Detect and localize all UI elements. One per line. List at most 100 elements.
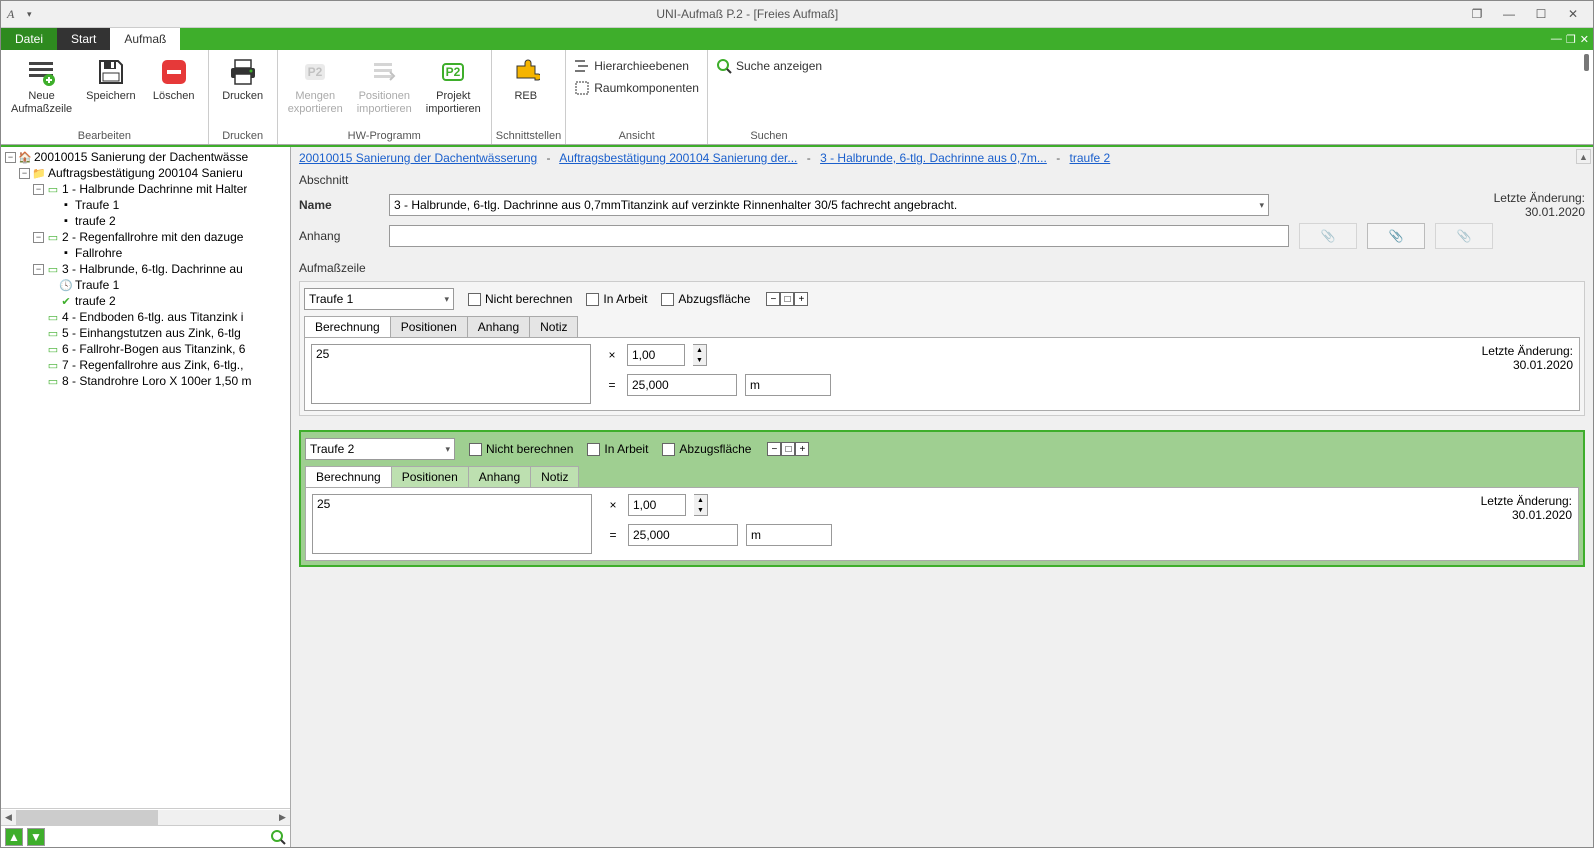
nicht-berechnen-checkbox[interactable]: Nicht berechnen (469, 442, 573, 456)
tree-leaf[interactable]: ▪ Fallrohre (3, 245, 288, 261)
abschnitt-section: Abschnitt Name 3 - Halbrunde, 6-tlg. Dac… (291, 169, 1593, 257)
hierarchieebenen-button[interactable]: Hierarchieebenen (570, 56, 693, 76)
ribbon-collapse-handle[interactable] (1584, 54, 1589, 71)
window-icon[interactable]: □ (781, 442, 795, 456)
collapse-icon[interactable]: − (19, 168, 30, 179)
tree-horizontal-scrollbar[interactable]: ◀ ▶ (1, 808, 290, 825)
projekt-importieren-button[interactable]: P2 Projekt importieren (420, 52, 487, 120)
window-icon[interactable]: □ (780, 292, 794, 306)
tree-leaf[interactable]: 🕓 Traufe 1 (3, 277, 288, 293)
einheit-input[interactable] (746, 524, 832, 546)
faktor-spinner[interactable]: ▲▼ (693, 344, 707, 366)
tab-notiz[interactable]: Notiz (530, 466, 579, 487)
reb-button[interactable]: REB (496, 52, 556, 107)
breadcrumb-link[interactable]: Auftragsbestätigung 200104 Sanierung der… (559, 151, 797, 165)
tree-item[interactable]: ▭ 5 - Einhangstutzen aus Zink, 6-tlg (3, 325, 288, 341)
in-arbeit-checkbox[interactable]: In Arbeit (587, 442, 648, 456)
mdi-close-icon[interactable]: ✕ (1580, 33, 1589, 46)
restore-down-icon[interactable]: ❐ (1463, 4, 1491, 24)
anhang-input[interactable] (389, 225, 1289, 247)
chevron-down-icon: ▾ (1259, 200, 1264, 211)
tree-item[interactable]: ▭ 6 - Fallrohr-Bogen aus Titanzink, 6 (3, 341, 288, 357)
tree-item[interactable]: − ▭ 1 - Halbrunde Dachrinne mit Halter (3, 181, 288, 197)
move-down-button[interactable]: ▼ (27, 828, 45, 846)
tree-item[interactable]: ▭ 8 - Standrohre Loro X 100er 1,50 m (3, 373, 288, 389)
tree-auftrag[interactable]: − 📁 Auftragsbestätigung 200104 Sanieru (3, 165, 288, 181)
tab-notiz[interactable]: Notiz (529, 316, 578, 337)
mengen-exportieren-button[interactable]: P2 Mengen exportieren (282, 52, 349, 120)
last-change: Letzte Änderung: 30.01.2020 (1494, 191, 1585, 219)
drucken-button[interactable]: Drucken (213, 52, 273, 107)
section-icon: ▭ (46, 311, 60, 324)
paperclip-icon: 📎 (1389, 229, 1404, 243)
collapse-icon[interactable]: − (33, 184, 44, 195)
titlebar: A ▾ UNI-Aufmaß P.2 - [Freies Aufmaß] ❐ —… (1, 1, 1593, 28)
name-combo[interactable]: 3 - Halbrunde, 6-tlg. Dachrinne aus 0,7m… (389, 194, 1269, 216)
neue-aufmasszeile-button[interactable]: Neue Aufmaßzeile (5, 52, 78, 120)
faktor-input[interactable] (628, 494, 686, 516)
app-icon: A (7, 7, 21, 21)
tab-positionen[interactable]: Positionen (390, 316, 468, 337)
move-up-button[interactable]: ▲ (5, 828, 23, 846)
faktor-spinner[interactable]: ▲▼ (694, 494, 708, 516)
import-positions-icon (368, 56, 400, 88)
einheit-input[interactable] (745, 374, 831, 396)
tree-view[interactable]: − 🏠 20010015 Sanierung der Dachentwässe … (1, 147, 290, 808)
tree-item[interactable]: − ▭ 3 - Halbrunde, 6-tlg. Dachrinne au (3, 261, 288, 277)
tab-berechnung[interactable]: Berechnung (304, 316, 391, 337)
collapse-icon[interactable]: − (33, 264, 44, 275)
expand-icon[interactable]: + (794, 292, 808, 306)
suche-anzeigen-button[interactable]: Suche anzeigen (712, 56, 826, 76)
tree-item[interactable]: ▭ 7 - Regenfallrohre aus Zink, 6-tlg., (3, 357, 288, 373)
collapse-icon[interactable]: − (5, 152, 16, 163)
tab-positionen[interactable]: Positionen (391, 466, 469, 487)
scroll-up-icon[interactable]: ▲ (1576, 149, 1591, 164)
raumkomponenten-button[interactable]: Raumkomponenten (570, 78, 703, 98)
search-tree-icon[interactable] (270, 829, 286, 845)
collapse-icon[interactable]: − (33, 232, 44, 243)
tab-anhang[interactable]: Anhang (467, 316, 530, 337)
minimize-button[interactable]: — (1495, 4, 1523, 24)
scroll-thumb[interactable] (16, 810, 158, 825)
tree-leaf-selected[interactable]: ✔ traufe 2 (3, 293, 288, 309)
abzugsflaeche-checkbox[interactable]: Abzugsfläche (661, 292, 750, 306)
scroll-right-icon[interactable]: ▶ (275, 810, 290, 825)
tab-start[interactable]: Start (57, 28, 110, 50)
tab-berechnung[interactable]: Berechnung (305, 466, 392, 487)
faktor-input[interactable] (627, 344, 685, 366)
sidebar-footer: ▲ ▼ (1, 825, 290, 847)
tree-leaf[interactable]: ▪ Traufe 1 (3, 197, 288, 213)
attach-button-1[interactable]: 📎 (1299, 223, 1357, 249)
collapse-icon[interactable]: − (766, 292, 780, 306)
in-arbeit-checkbox[interactable]: In Arbeit (586, 292, 647, 306)
positionen-importieren-button[interactable]: Positionen importieren (351, 52, 418, 120)
tree-leaf[interactable]: ▪ traufe 2 (3, 213, 288, 229)
breadcrumb-link[interactable]: 20010015 Sanierung der Dachentwässerung (299, 151, 537, 165)
list-add-icon (26, 56, 58, 88)
tree-item[interactable]: − ▭ 2 - Regenfallrohre mit den dazuge (3, 229, 288, 245)
breadcrumb-link[interactable]: 3 - Halbrunde, 6-tlg. Dachrinne aus 0,7m… (820, 151, 1047, 165)
zeile-name-combo[interactable]: Traufe 2 ▾ (305, 438, 455, 460)
nicht-berechnen-checkbox[interactable]: Nicht berechnen (468, 292, 572, 306)
attach-button-3[interactable]: 📎 (1435, 223, 1493, 249)
berechnung-input[interactable] (312, 494, 592, 554)
breadcrumb-link[interactable]: traufe 2 (1070, 151, 1111, 165)
tab-datei[interactable]: Datei (1, 28, 57, 50)
abzugsflaeche-checkbox[interactable]: Abzugsfläche (662, 442, 751, 456)
attach-button-2[interactable]: 📎 (1367, 223, 1425, 249)
mdi-restore-icon[interactable]: ❐ (1566, 33, 1576, 46)
scroll-left-icon[interactable]: ◀ (1, 810, 16, 825)
collapse-icon[interactable]: − (767, 442, 781, 456)
zeile-name-combo[interactable]: Traufe 1 ▾ (304, 288, 454, 310)
mdi-minimize-icon[interactable]: — (1551, 33, 1562, 45)
loeschen-button[interactable]: Löschen (144, 52, 204, 107)
tab-aufmass[interactable]: Aufmaß (110, 28, 180, 50)
tree-item[interactable]: ▭ 4 - Endboden 6-tlg. aus Titanzink i (3, 309, 288, 325)
berechnung-input[interactable] (311, 344, 591, 404)
tab-anhang[interactable]: Anhang (468, 466, 531, 487)
close-button[interactable]: ✕ (1559, 4, 1587, 24)
expand-icon[interactable]: + (795, 442, 809, 456)
maximize-button[interactable]: ☐ (1527, 4, 1555, 24)
speichern-button[interactable]: Speichern (80, 52, 142, 107)
tree-root[interactable]: − 🏠 20010015 Sanierung der Dachentwässe (3, 149, 288, 165)
